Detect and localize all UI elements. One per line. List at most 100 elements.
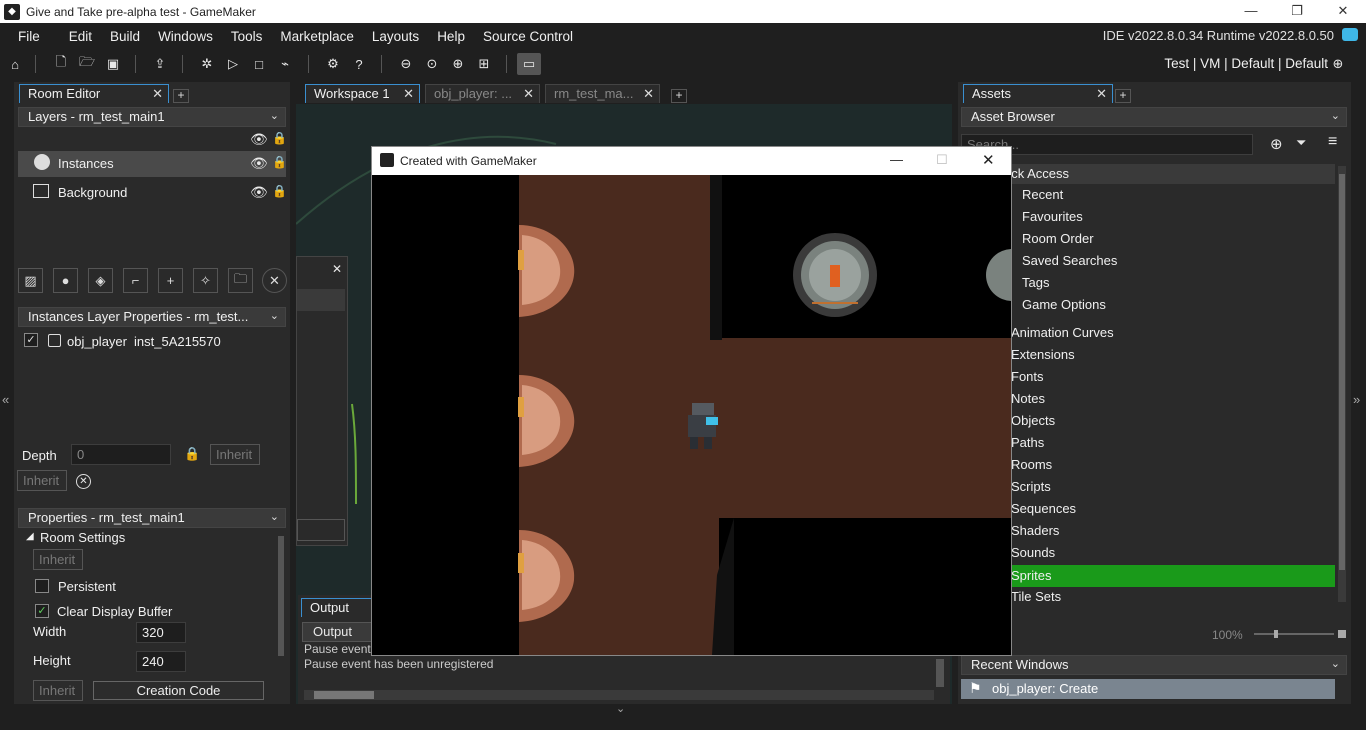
close-icon[interactable]: ✕	[643, 86, 654, 102]
create-executable-icon[interactable]: ⇪	[149, 53, 171, 75]
target-config[interactable]: Test | VM | Default | Default	[1164, 56, 1328, 71]
tags-item[interactable]: Tags	[1022, 275, 1049, 290]
menu-icon[interactable]: ≡	[1328, 133, 1337, 151]
menu-marketplace[interactable]: Marketplace	[271, 29, 363, 44]
asset-group-shaders[interactable]: Shaders	[1011, 523, 1059, 538]
stop-icon[interactable]: □	[248, 53, 270, 75]
instance-visible-checkbox[interactable]: ✓	[24, 333, 38, 347]
zoom-reset-icon[interactable]: ⊙	[421, 53, 443, 75]
saved-searches-item[interactable]: Saved Searches	[1022, 253, 1117, 268]
fit-icon[interactable]: ⊞	[473, 53, 495, 75]
close-icon[interactable]: ✕	[403, 86, 414, 102]
layer-inherit-button[interactable]: Inherit	[17, 470, 67, 491]
lock-icon[interactable]: 🔒	[184, 446, 200, 462]
lock-icon[interactable]: 🔒	[272, 131, 287, 145]
clean-icon[interactable]: ⌁	[274, 53, 296, 75]
room-height-input[interactable]: 240	[136, 651, 186, 672]
instance-id[interactable]: inst_5A215570	[134, 334, 221, 349]
close-icon[interactable]: ✕	[152, 86, 163, 102]
quick-access-header[interactable]: Quick Access	[961, 164, 1335, 184]
zoom-in-icon[interactable]: ⊕	[447, 53, 469, 75]
layer-row-background[interactable]: Background 👁 🔒	[18, 180, 287, 206]
menu-build[interactable]: Build	[101, 29, 149, 44]
menu-tools[interactable]: Tools	[222, 29, 272, 44]
game-close-button[interactable]: ✕	[982, 151, 995, 169]
output-subtab[interactable]: Output	[302, 622, 372, 642]
recent-window-item[interactable]: ⚑ obj_player: Create	[961, 679, 1335, 699]
lock-icon[interactable]: 🔒	[272, 155, 287, 169]
menu-file[interactable]: File	[0, 29, 49, 44]
run-icon[interactable]: ▷	[222, 53, 244, 75]
room-order-item[interactable]: Room Order	[1022, 231, 1094, 246]
room-editor-tab[interactable]: Room Editor ✕	[19, 84, 169, 103]
collapse-left-icon[interactable]: «	[2, 392, 9, 407]
game-maximize-button[interactable]: ☐	[936, 152, 948, 168]
asset-group-sprites-selected[interactable]: Sprites	[961, 565, 1335, 587]
asset-group-fonts[interactable]: Fonts	[1011, 369, 1044, 384]
asset-group-animation-curves[interactable]: Animation Curves	[1011, 325, 1114, 340]
room-width-input[interactable]: 320	[136, 622, 186, 643]
open-project-icon[interactable]: 🗁	[76, 53, 98, 75]
add-effect-layer-icon[interactable]: ✧	[193, 268, 218, 293]
output-tab[interactable]: Output	[301, 598, 373, 617]
workspace-tab[interactable]: Workspace 1 ✕	[305, 84, 420, 103]
asset-group-scripts[interactable]: Scripts	[1011, 479, 1051, 494]
chat-icon[interactable]	[1342, 28, 1358, 41]
maximize-button[interactable]: ❐	[1274, 0, 1320, 23]
asset-group-paths[interactable]: Paths	[1011, 435, 1044, 450]
help-icon[interactable]: ?	[348, 53, 370, 75]
properties-dropdown[interactable]: Properties - rm_test_main1 ⌄	[18, 508, 286, 528]
asset-group-sounds[interactable]: Sounds	[1011, 545, 1055, 560]
collapse-right-icon[interactable]: »	[1353, 392, 1360, 407]
favourites-item[interactable]: Favourites	[1022, 209, 1083, 224]
add-tab-button[interactable]: +	[671, 89, 687, 103]
asset-zoom-max[interactable]	[1338, 630, 1346, 638]
properties-scrollbar[interactable]	[278, 536, 284, 656]
home-icon[interactable]: ⌂	[4, 53, 26, 75]
collapse-triangle-icon[interactable]: ◢	[26, 531, 34, 542]
asset-group-sequences[interactable]: Sequences	[1011, 501, 1076, 516]
add-background-layer-icon[interactable]: ▨	[18, 268, 43, 293]
asset-zoom-slider[interactable]	[1254, 630, 1334, 638]
object-editor-field[interactable]	[297, 519, 345, 541]
depth-input[interactable]: 0	[71, 444, 171, 465]
asset-group-tile-sets[interactable]: Tile Sets	[1011, 589, 1061, 604]
menu-source-control[interactable]: Source Control	[474, 29, 582, 44]
monitor-icon[interactable]: ▭	[517, 53, 541, 75]
creation-code-button[interactable]: Creation Code	[93, 681, 264, 700]
add-tab-button[interactable]: +	[173, 89, 189, 103]
recent-windows-dropdown[interactable]: Recent Windows ⌄	[961, 655, 1347, 675]
reset-icon[interactable]: ✕	[76, 474, 91, 489]
close-icon[interactable]: ✕	[523, 86, 534, 102]
asset-group-extensions[interactable]: Extensions	[1011, 347, 1075, 362]
menu-windows[interactable]: Windows	[149, 29, 222, 44]
delete-layer-icon[interactable]: ✕	[262, 268, 287, 293]
zoom-out-icon[interactable]: ⊖	[395, 53, 417, 75]
filter-icon[interactable]: ⏷	[1296, 135, 1306, 151]
game-viewport[interactable]	[372, 175, 1011, 655]
asset-group-rooms[interactable]: Rooms	[1011, 457, 1052, 472]
instance-object-name[interactable]: obj_player	[67, 334, 127, 349]
target-crosshair-icon[interactable]: ⊕	[1327, 53, 1349, 75]
minimize-button[interactable]: —	[1228, 0, 1274, 23]
menu-edit[interactable]: Edit	[49, 29, 101, 44]
clear-display-buffer-checkbox[interactable]: ✓	[35, 604, 49, 618]
settings-gear-icon[interactable]: ⚙	[322, 53, 344, 75]
output-horizontal-scrollbar[interactable]	[304, 690, 934, 700]
expand-down-icon[interactable]: ⌄	[616, 702, 625, 715]
asset-group-notes[interactable]: Notes	[1011, 391, 1045, 406]
add-path-layer-icon[interactable]: ⌐	[123, 268, 148, 293]
lock-icon[interactable]: 🔒	[272, 184, 287, 198]
close-icon[interactable]: ✕	[1096, 86, 1107, 102]
game-minimize-button[interactable]: —	[890, 152, 903, 167]
layer-row-instances[interactable]: Instances 👁 🔒	[18, 151, 287, 177]
close-button[interactable]: ✕	[1320, 0, 1366, 23]
menu-help[interactable]: Help	[428, 29, 474, 44]
room-inherit-button[interactable]: Inherit	[33, 549, 83, 570]
persistent-checkbox[interactable]	[35, 579, 49, 593]
add-folder-icon[interactable]: 🗀	[228, 268, 253, 293]
depth-inherit-button[interactable]: Inherit	[210, 444, 260, 465]
save-icon[interactable]: ▣	[102, 53, 124, 75]
obj-player-tab[interactable]: obj_player: ... ✕	[425, 84, 540, 103]
close-icon[interactable]: ✕	[332, 262, 342, 276]
